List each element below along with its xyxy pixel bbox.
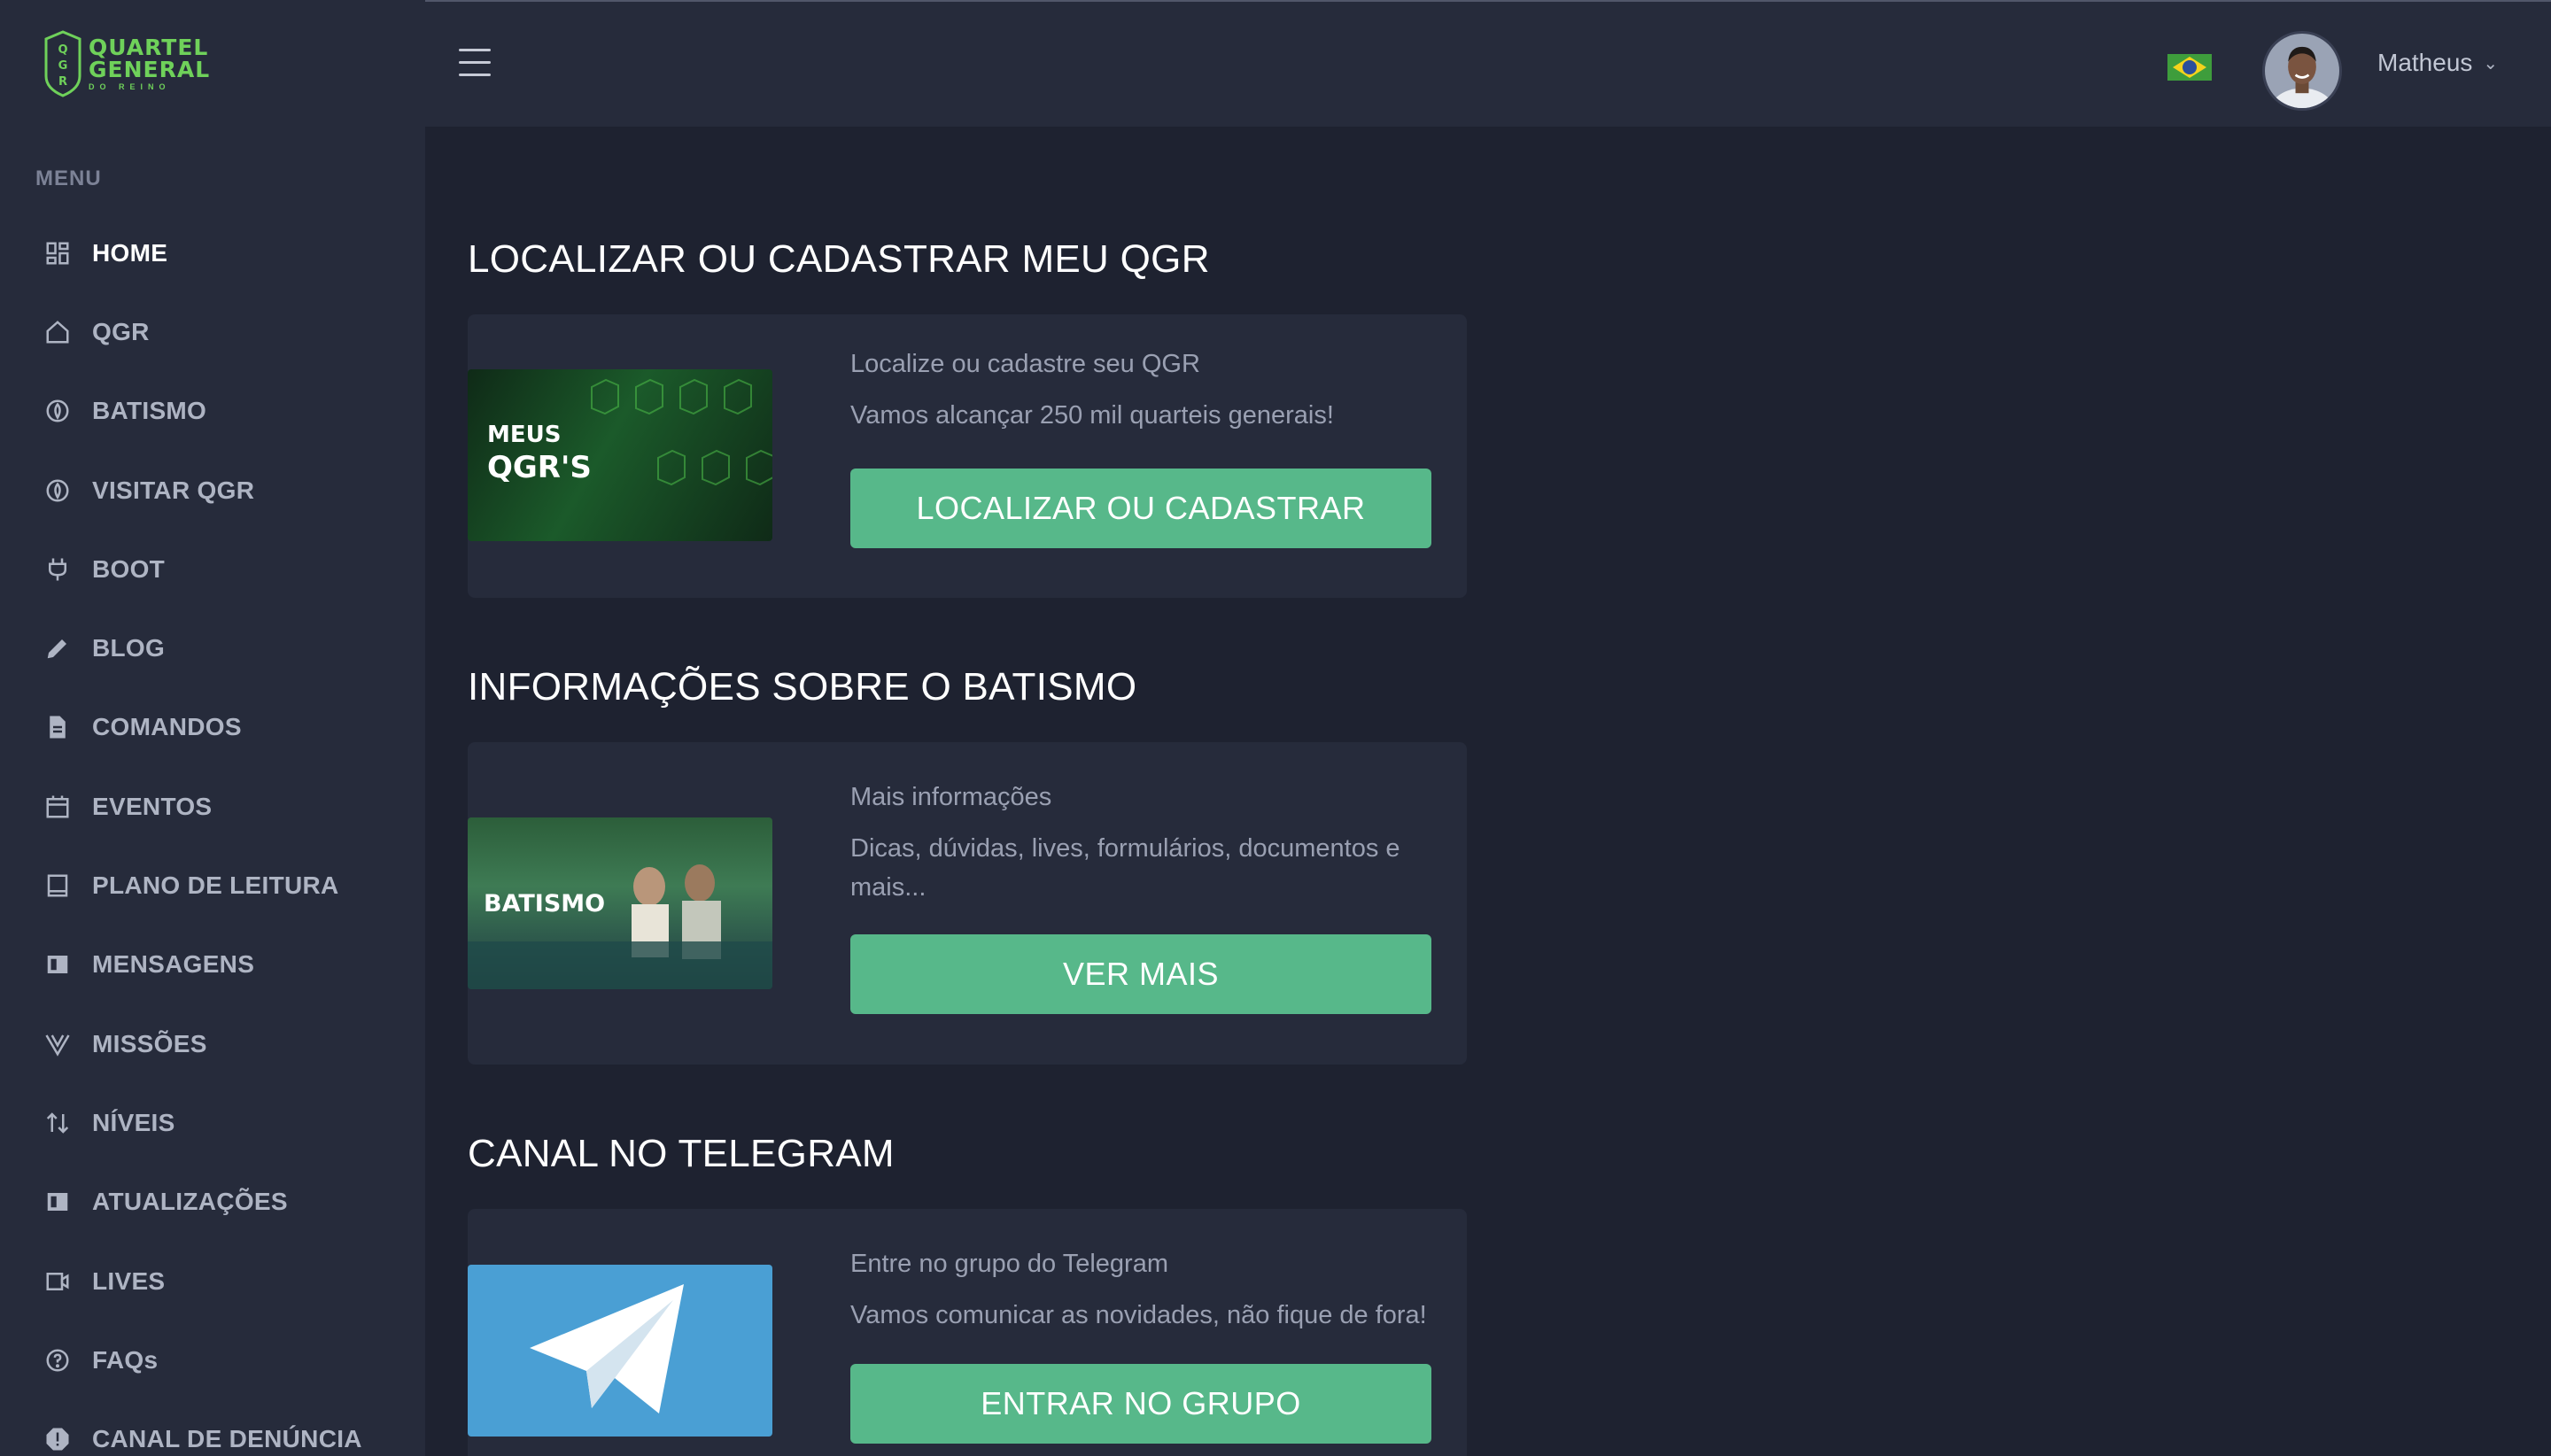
sidebar-item-label: COMANDOS bbox=[92, 713, 242, 741]
sidebar-item-label: BOOT bbox=[92, 554, 166, 583]
telegram-banner bbox=[468, 1265, 772, 1437]
sidebar-item-plano-de-leitura[interactable]: PLANO DE LEITURA bbox=[0, 846, 425, 925]
logo-line-1: QUARTEL bbox=[89, 35, 209, 60]
qgr-shield-icon: Q G R bbox=[44, 30, 81, 97]
plug-icon bbox=[44, 556, 71, 583]
sidebar-item-label: BATISMO bbox=[92, 397, 207, 425]
meus-qgrs-banner: MEUS QGR'S bbox=[468, 369, 772, 541]
sidebar-item-home[interactable]: HOME bbox=[0, 213, 425, 292]
sort-arrows-icon bbox=[44, 1110, 71, 1136]
sidebar-menu: HOME QGR BATISMO VISITAR QGR BOOT BLOG C… bbox=[0, 213, 425, 1456]
telegram-icon bbox=[530, 1284, 684, 1413]
sidebar-item-label: EVENTOS bbox=[92, 792, 213, 820]
sidebar-item-faqs[interactable]: FAQs bbox=[0, 1320, 425, 1399]
svg-text:G: G bbox=[58, 59, 68, 73]
card-subtitle: Mais informações bbox=[850, 783, 1052, 811]
card-subtitle: Entre no grupo do Telegram bbox=[850, 1250, 1168, 1278]
sidebar-item-label: PLANO DE LEITURA bbox=[92, 871, 339, 900]
sidebar-item-label: NÍVEIS bbox=[92, 1108, 175, 1136]
pencil-icon bbox=[44, 635, 71, 662]
batismo-banner: BATISMO bbox=[468, 817, 772, 989]
card-text: Mais informações Dicas, dúvidas, lives, … bbox=[850, 778, 1435, 907]
sidebar-item-label: BLOG bbox=[92, 634, 166, 662]
newspaper-icon bbox=[44, 1189, 71, 1215]
menu-toggle-icon[interactable] bbox=[459, 49, 491, 81]
sidebar-item-blog[interactable]: BLOG bbox=[0, 608, 425, 687]
svg-text:R: R bbox=[58, 75, 67, 89]
alert-icon bbox=[44, 1426, 71, 1452]
top-bar: Matheus ⌄ bbox=[425, 0, 2551, 127]
card-text: Entre no grupo do Telegram Vamos comunic… bbox=[850, 1244, 1435, 1335]
sidebar-item-label: VISITAR QGR bbox=[92, 476, 255, 504]
card-description: Vamos comunicar as novidades, não fique … bbox=[850, 1301, 1427, 1329]
vue-icon bbox=[44, 1031, 71, 1057]
sidebar-item-boot[interactable]: BOOT bbox=[0, 530, 425, 608]
section-title-batismo: INFORMAÇÕES SOBRE O BATISMO bbox=[468, 665, 1137, 709]
sidebar-item-label: MISSÕES bbox=[92, 1029, 207, 1057]
newspaper-icon bbox=[44, 951, 71, 978]
sidebar-item-atualizacoes[interactable]: ATUALIZAÇÕES bbox=[0, 1163, 425, 1242]
localizar-ou-cadastrar-button[interactable]: LOCALIZAR OU CADASTRAR bbox=[850, 469, 1431, 548]
flame-icon bbox=[44, 477, 71, 504]
book-icon bbox=[44, 872, 71, 899]
card-qgr: MEUS QGR'S Localize ou cadastre seu QGR … bbox=[468, 314, 1467, 598]
logo-line-2: GENERAL bbox=[89, 57, 211, 82]
video-icon bbox=[44, 1268, 71, 1295]
sidebar-item-batismo[interactable]: BATISMO bbox=[0, 372, 425, 451]
banner-text-batismo: BATISMO bbox=[484, 890, 605, 918]
chevron-down-icon: ⌄ bbox=[2483, 53, 2499, 74]
banner-text-qgrs: QGR'S bbox=[487, 450, 592, 485]
brazil-flag-icon[interactable] bbox=[2167, 54, 2212, 81]
sidebar: Q G R QUARTEL GENERAL DO REINO MENU HOME… bbox=[0, 0, 425, 1456]
sidebar-item-label: LIVES bbox=[92, 1266, 166, 1295]
sidebar-item-label: FAQs bbox=[92, 1345, 159, 1374]
section-title-telegram: CANAL NO TELEGRAM bbox=[468, 1132, 895, 1175]
sidebar-item-label: ATUALIZAÇÕES bbox=[92, 1188, 288, 1216]
sidebar-item-missoes[interactable]: MISSÕES bbox=[0, 1004, 425, 1083]
user-name: Matheus bbox=[2377, 49, 2473, 76]
sidebar-item-comandos[interactable]: COMANDOS bbox=[0, 688, 425, 767]
card-description: Dicas, dúvidas, lives, formulários, docu… bbox=[850, 834, 1400, 902]
document-icon bbox=[44, 714, 71, 740]
sidebar-item-label: HOME bbox=[92, 238, 168, 267]
card-text: Localize ou cadastre seu QGR Vamos alcan… bbox=[850, 345, 1435, 435]
home-icon bbox=[44, 319, 71, 345]
sidebar-item-mensagens[interactable]: MENSAGENS bbox=[0, 925, 425, 1004]
banner-text-meus: MEUS bbox=[487, 422, 561, 448]
section-title-qgr: LOCALIZAR OU CADASTRAR MEU QGR bbox=[468, 237, 1210, 281]
user-menu-toggle[interactable]: Matheus ⌄ bbox=[2377, 49, 2498, 77]
entrar-no-grupo-button[interactable]: ENTRAR NO GRUPO bbox=[850, 1364, 1431, 1444]
app-logo[interactable]: Q G R QUARTEL GENERAL DO REINO bbox=[44, 30, 210, 97]
svg-text:Q: Q bbox=[58, 43, 67, 57]
sidebar-item-eventos[interactable]: EVENTOS bbox=[0, 767, 425, 846]
sidebar-item-label: CANAL DE DENÚNCIA bbox=[92, 1425, 362, 1453]
sidebar-item-niveis[interactable]: NÍVEIS bbox=[0, 1083, 425, 1162]
logo-line-3: DO REINO bbox=[89, 82, 171, 91]
sidebar-item-label: QGR bbox=[92, 317, 150, 345]
card-telegram: Entre no grupo do Telegram Vamos comunic… bbox=[468, 1209, 1467, 1456]
help-circle-icon bbox=[44, 1347, 71, 1374]
sidebar-item-lives[interactable]: LIVES bbox=[0, 1242, 425, 1320]
card-description: Vamos alcançar 250 mil quarteis generais… bbox=[850, 401, 1334, 430]
dashboard-grid-icon bbox=[44, 240, 71, 267]
sidebar-item-label: MENSAGENS bbox=[92, 950, 255, 979]
sidebar-item-qgr[interactable]: QGR bbox=[0, 292, 425, 371]
avatar[interactable] bbox=[2262, 31, 2342, 111]
logo-wordmark: QUARTEL GENERAL DO REINO bbox=[89, 36, 210, 91]
calendar-icon bbox=[44, 794, 71, 820]
card-batismo: BATISMO Mais informações Dicas, dúvidas,… bbox=[468, 742, 1467, 1065]
ver-mais-button[interactable]: VER MAIS bbox=[850, 934, 1431, 1014]
card-subtitle: Localize ou cadastre seu QGR bbox=[850, 350, 1200, 378]
sidebar-item-canal-de-denuncia[interactable]: CANAL DE DENÚNCIA bbox=[0, 1399, 425, 1456]
menu-title: MENU bbox=[35, 167, 102, 190]
sidebar-item-visitar-qgr[interactable]: VISITAR QGR bbox=[0, 451, 425, 530]
flame-icon bbox=[44, 398, 71, 424]
